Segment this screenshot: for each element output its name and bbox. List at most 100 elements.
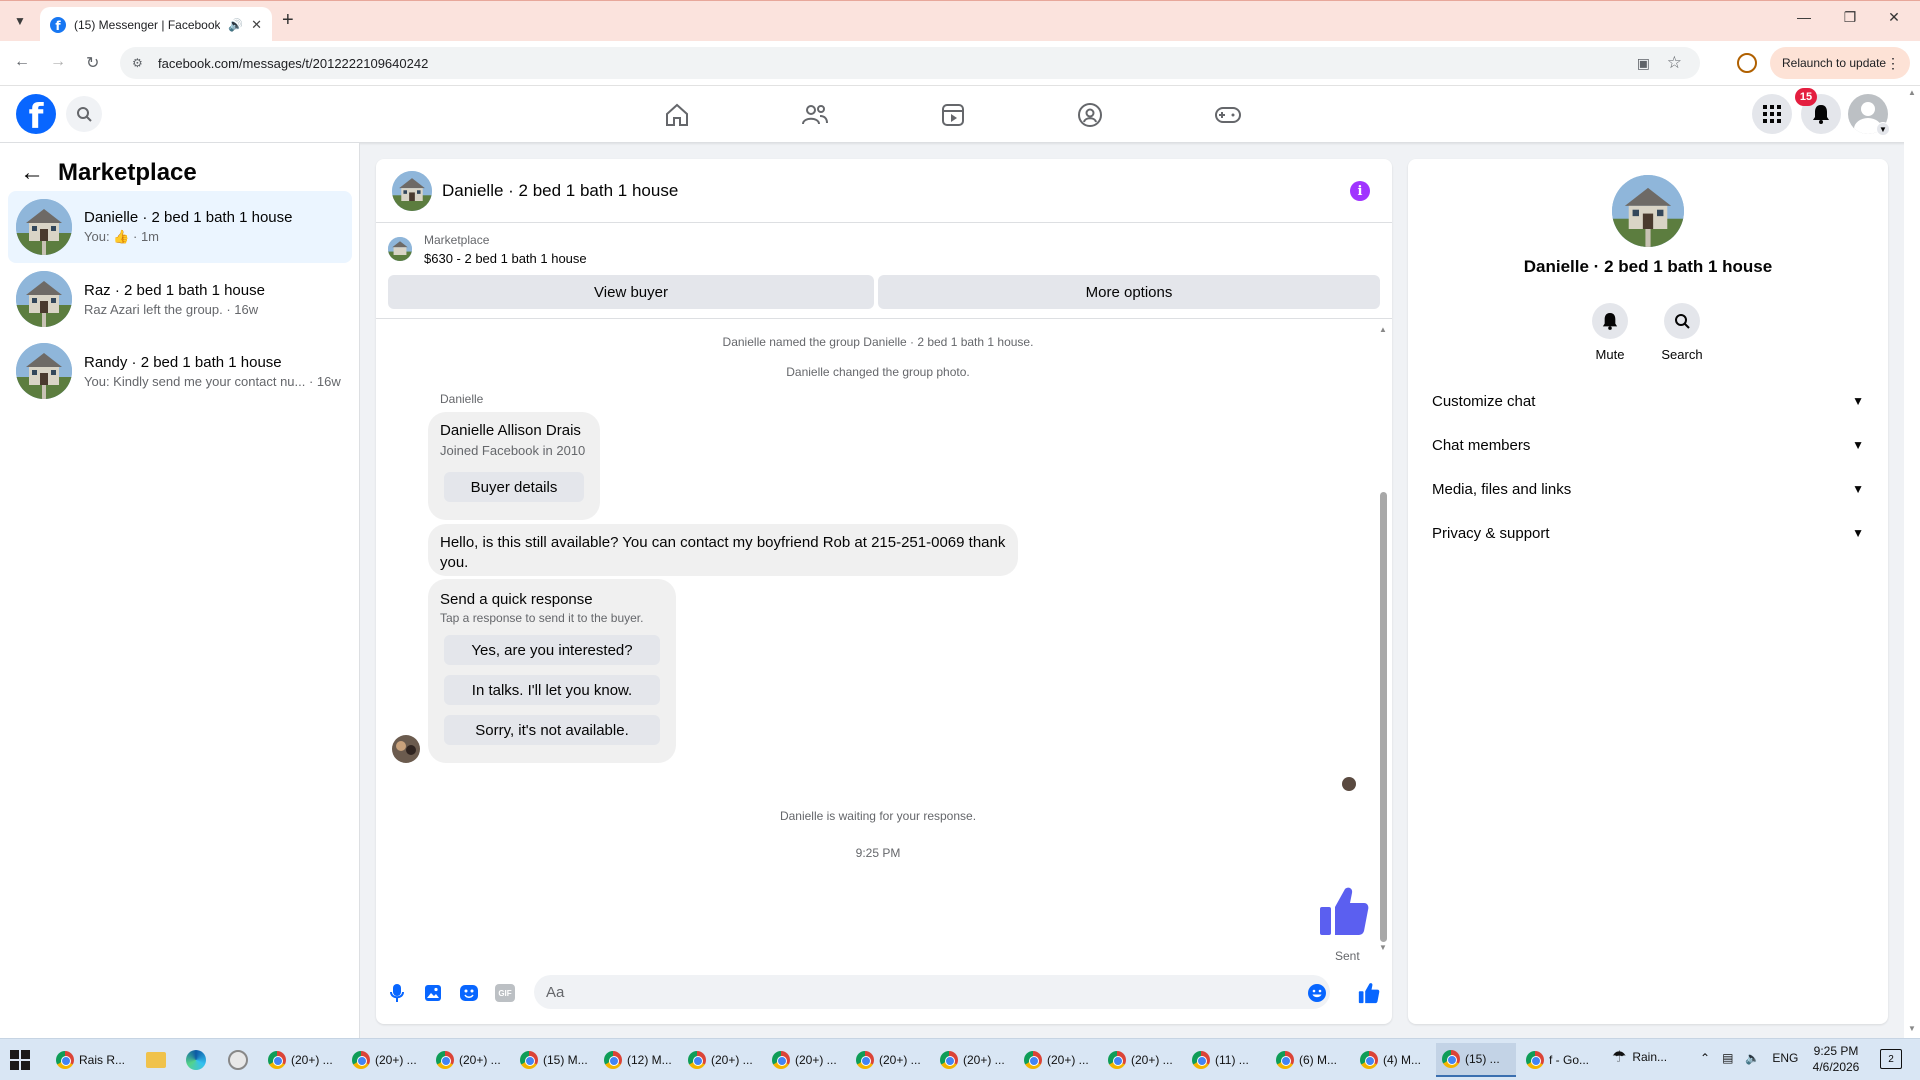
page-scrollbar[interactable]: ▲ ▼: [1904, 86, 1920, 1038]
tab-close-icon[interactable]: ✕: [251, 17, 262, 33]
taskbar-item[interactable]: (20+) ...: [766, 1043, 846, 1077]
taskbar-item[interactable]: (12) M...: [598, 1043, 678, 1077]
scroll-down-arrow-icon[interactable]: ▼: [1379, 943, 1387, 952]
quick-response-in-talks-button[interactable]: In talks. I'll let you know.: [444, 675, 660, 705]
taskbar-item[interactable]: (4) M...: [1354, 1043, 1434, 1077]
site-info-icon[interactable]: ⚙: [132, 56, 152, 70]
back-arrow-icon[interactable]: ←: [20, 159, 44, 187]
emoji-icon[interactable]: [1306, 982, 1328, 1004]
info-avatar[interactable]: [1612, 175, 1684, 247]
tab-search-chevron-icon[interactable]: ▼: [8, 9, 32, 33]
buyer-profile-card: Danielle Allison Drais Joined Facebook i…: [428, 412, 600, 520]
tab-audio-icon[interactable]: 🔊: [228, 18, 243, 32]
mute-button[interactable]: Mute: [1580, 303, 1640, 362]
taskbar-item[interactable]: (20+) ...: [682, 1043, 762, 1077]
facebook-logo-icon[interactable]: f: [16, 94, 56, 134]
taskbar-item[interactable]: (20+) ...: [1018, 1043, 1098, 1077]
taskbar-item-label: (20+) ...: [879, 1053, 921, 1067]
mute-label: Mute: [1595, 347, 1625, 362]
taskbar-item[interactable]: (20+) ...: [262, 1043, 342, 1077]
taskbar-item[interactable]: [180, 1043, 214, 1077]
install-app-icon[interactable]: ▣: [1637, 55, 1650, 72]
like-button[interactable]: [1358, 982, 1380, 1004]
taskbar-item[interactable]: (6) M...: [1270, 1043, 1350, 1077]
taskbar-item[interactable]: (20+) ...: [1102, 1043, 1182, 1077]
taskbar-item[interactable]: (15) M...: [514, 1043, 594, 1077]
privacy-support-section[interactable]: Privacy & support ▼: [1424, 513, 1872, 553]
quick-response-not-available-button[interactable]: Sorry, it's not available.: [444, 715, 660, 745]
chat-title[interactable]: Danielle · 2 bed 1 bath 1 house: [442, 181, 678, 201]
bookmark-star-icon[interactable]: ☆: [1667, 53, 1682, 73]
conversation-item-raz[interactable]: Raz · 2 bed 1 bath 1 house Raz Azari lef…: [8, 263, 352, 335]
conversation-item-randy[interactable]: Randy · 2 bed 1 bath 1 house You: Kindly…: [8, 335, 352, 407]
taskbar-item[interactable]: (15) ...: [1436, 1043, 1516, 1077]
conversation-info-icon[interactable]: i: [1350, 181, 1370, 201]
chat-scrollbar[interactable]: ▲ ▼: [1378, 325, 1388, 955]
sticker-icon[interactable]: [458, 982, 480, 1004]
browser-menu-icon[interactable]: ⋮: [1886, 55, 1900, 72]
back-button[interactable]: ←: [14, 53, 30, 71]
chat-members-section[interactable]: Chat members ▼: [1424, 425, 1872, 465]
buyer-details-button[interactable]: Buyer details: [444, 472, 584, 502]
volume-icon[interactable]: 🔈: [1745, 1051, 1760, 1065]
house-avatar: [16, 199, 72, 255]
close-window-button[interactable]: ✕: [1872, 9, 1916, 26]
conversation-item-danielle[interactable]: Danielle · 2 bed 1 bath 1 house You: 👍 ·…: [8, 191, 352, 263]
page-scroll-down-icon[interactable]: ▼: [1908, 1024, 1916, 1033]
quick-response-yes-button[interactable]: Yes, are you interested?: [444, 635, 660, 665]
taskbar-item[interactable]: (20+) ...: [934, 1043, 1014, 1077]
taskbar-item[interactable]: f - Go...: [1520, 1043, 1600, 1077]
sender-avatar[interactable]: [392, 735, 420, 763]
url-text[interactable]: facebook.com/messages/t/2012222109640242: [158, 56, 428, 71]
notification-center-icon[interactable]: 2: [1880, 1049, 1902, 1069]
restore-button[interactable]: ❐: [1828, 9, 1872, 26]
photo-icon[interactable]: [422, 982, 444, 1004]
friends-icon[interactable]: [800, 100, 830, 130]
listing-thumbnail[interactable]: [388, 237, 412, 261]
search-in-conversation-button[interactable]: Search: [1652, 303, 1712, 362]
taskbar-item[interactable]: (11) ...: [1186, 1043, 1266, 1077]
media-files-links-section[interactable]: Media, files and links ▼: [1424, 469, 1872, 509]
message-bubble[interactable]: Hello, is this still available? You can …: [428, 524, 1018, 576]
gaming-icon[interactable]: [1213, 100, 1243, 130]
chevron-up-icon[interactable]: ⌃: [1700, 1051, 1710, 1065]
listing-price-title[interactable]: $630 - 2 bed 1 bath 1 house: [424, 251, 587, 266]
customize-chat-section[interactable]: Customize chat ▼: [1424, 381, 1872, 421]
message-input[interactable]: [534, 975, 1330, 1009]
forward-button[interactable]: →: [50, 53, 66, 71]
taskbar-item[interactable]: (20+) ...: [346, 1043, 426, 1077]
network-icon[interactable]: ▤: [1722, 1051, 1733, 1065]
chevron-down-icon: ▼: [1852, 482, 1864, 496]
taskbar-item[interactable]: [222, 1043, 256, 1077]
edge-icon: [186, 1050, 206, 1070]
windows-start-icon[interactable]: [10, 1050, 30, 1070]
reload-button[interactable]: ↻: [86, 53, 99, 73]
groups-icon[interactable]: [1075, 100, 1105, 130]
view-buyer-button[interactable]: View buyer: [388, 275, 874, 309]
page-scroll-up-icon[interactable]: ▲: [1908, 88, 1916, 97]
menu-grid-button[interactable]: [1752, 94, 1792, 134]
more-options-button[interactable]: More options: [878, 275, 1380, 309]
taskbar-item[interactable]: [140, 1043, 174, 1077]
new-tab-button[interactable]: +: [282, 9, 294, 32]
gif-icon[interactable]: GIF: [494, 982, 516, 1004]
microphone-icon[interactable]: [386, 982, 408, 1004]
scroll-thumb[interactable]: [1380, 492, 1387, 942]
home-icon[interactable]: [662, 100, 692, 130]
minimize-button[interactable]: —: [1782, 9, 1826, 25]
taskbar-item[interactable]: (20+) ...: [430, 1043, 510, 1077]
chat-avatar[interactable]: [392, 170, 432, 211]
clock[interactable]: 9:25 PM 4/6/2026: [1796, 1043, 1876, 1075]
taskbar-item[interactable]: Rais R...: [50, 1043, 130, 1077]
scroll-up-arrow-icon[interactable]: ▲: [1379, 325, 1387, 334]
account-menu-chevron-icon[interactable]: ▼: [1876, 122, 1890, 136]
address-bar[interactable]: ⚙ facebook.com/messages/t/20122221096402…: [120, 47, 1700, 79]
weather-widget[interactable]: ☂ Rain...: [1612, 1047, 1667, 1067]
taskbar-item[interactable]: (20+) ...: [850, 1043, 930, 1077]
search-button[interactable]: [66, 96, 102, 132]
profile-icon[interactable]: [1737, 53, 1757, 73]
video-icon[interactable]: [938, 100, 968, 130]
relaunch-to-update-button[interactable]: Relaunch to update ⋮: [1770, 47, 1910, 79]
browser-tab-active[interactable]: f (15) Messenger | Facebook 🔊 ✕: [40, 7, 272, 42]
language-indicator[interactable]: ENG: [1772, 1051, 1798, 1065]
